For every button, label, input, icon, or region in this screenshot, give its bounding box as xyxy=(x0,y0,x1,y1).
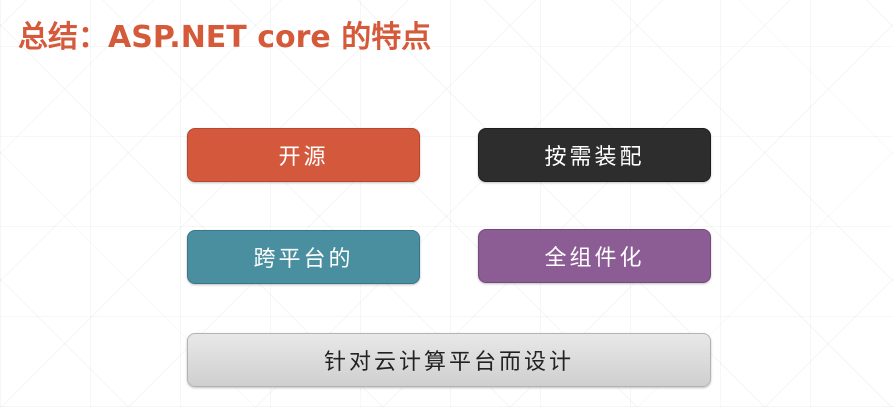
feature-cloud-design: 针对云计算平台而设计 xyxy=(187,333,711,387)
feature-cross-platform-label: 跨平台的 xyxy=(253,247,354,272)
feature-componentized: 全组件化 xyxy=(478,229,711,283)
feature-cross-platform: 跨平台的 xyxy=(187,230,420,284)
feature-open-source-label: 开源 xyxy=(278,145,329,170)
feature-componentized-label: 全组件化 xyxy=(544,246,645,271)
feature-cloud-design-label: 针对云计算平台而设计 xyxy=(323,350,574,375)
feature-on-demand-assembly-label: 按需装配 xyxy=(544,145,645,170)
feature-on-demand-assembly: 按需装配 xyxy=(478,128,711,182)
feature-open-source: 开源 xyxy=(187,128,420,182)
slide-title: 总结：ASP.NET core 的特点 xyxy=(18,20,432,55)
